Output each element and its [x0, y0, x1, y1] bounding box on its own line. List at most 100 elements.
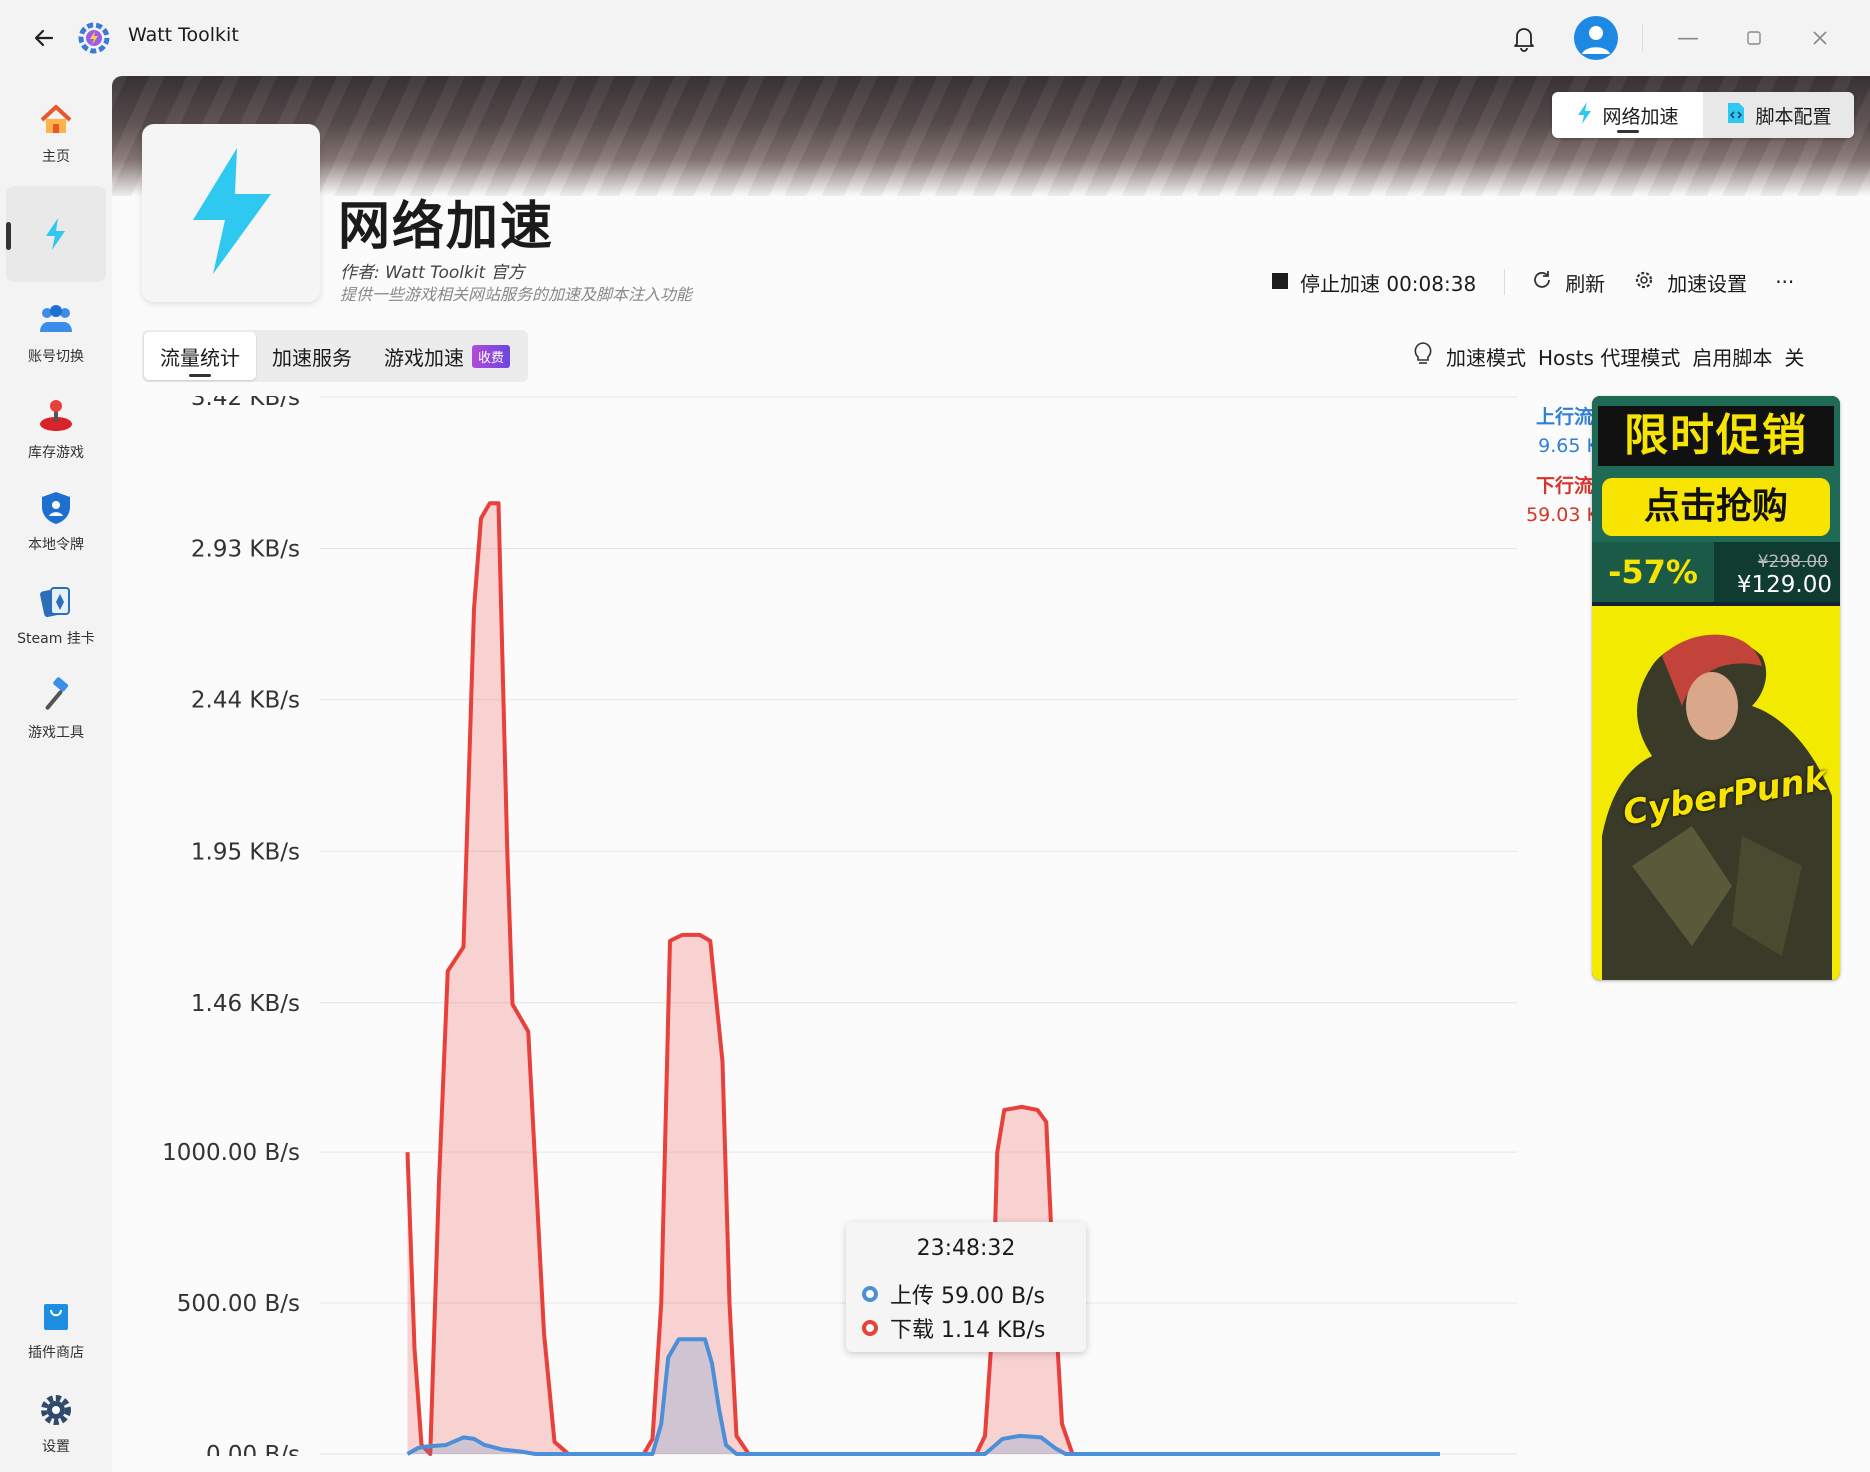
sidebar-item-label: Steam 挂卡 [17, 631, 95, 647]
plugin-author: 作者: Watt Toolkit 官方 [340, 263, 525, 283]
sidebar-item-settings[interactable]: 设置 [6, 1374, 106, 1470]
series-line-upload [406, 1337, 1440, 1456]
script-value: 关 [1784, 345, 1805, 370]
download-legend-label: 下行流量 [1535, 475, 1612, 497]
mode-value: Hosts 代理模式 [1538, 345, 1681, 370]
lightning-icon [34, 212, 78, 256]
close-icon[interactable] [1800, 18, 1840, 58]
segment-script-config[interactable]: 脚本配置 [1703, 92, 1854, 138]
sidebar-item-label: 本地令牌 [28, 537, 84, 553]
cards-icon [34, 580, 78, 624]
series-area-upload [407, 1339, 1440, 1454]
y-tick-label: 0.00 B/s [206, 1442, 300, 1456]
promo-new-price: ¥129.00 [1736, 572, 1832, 598]
refresh-icon [1531, 269, 1553, 296]
code-file-icon [1725, 101, 1747, 130]
download-dot-icon [862, 1320, 878, 1336]
home-icon [34, 98, 78, 142]
y-tick-label: 1000.00 B/s [162, 1140, 300, 1166]
tooltip-download-row: 下载 1.14 KB/s [862, 1312, 1045, 1344]
sidebar-item-steam-idle[interactable]: Steam 挂卡 [6, 566, 106, 662]
users-icon [34, 298, 78, 342]
download-total: 59.03 KB [1526, 504, 1612, 526]
sidebar-item-label: 游戏工具 [28, 725, 84, 741]
lightning-icon [1576, 101, 1594, 130]
title-bar-divider [1642, 24, 1643, 52]
title-bar: Watt Toolkit — [0, 0, 1870, 76]
refresh-button[interactable]: 刷新 [1531, 268, 1605, 297]
y-tick-label: 2.93 KB/s [191, 537, 300, 563]
sidebar: 主页 账号切换 库存游戏 本地令牌 Steam 挂卡 游戏工具 插件商店 设置 [0, 76, 112, 1472]
script-label: 启用脚本 [1692, 345, 1773, 370]
upload-legend-label: 上行流量 [1535, 406, 1612, 428]
sidebar-item-plugin-store[interactable]: 插件商店 [6, 1280, 106, 1376]
maximize-icon[interactable] [1734, 18, 1774, 58]
game-cover-image: CyberPunk [1592, 606, 1840, 980]
mode-label: 加速模式 [1446, 345, 1526, 370]
hammer-icon [34, 674, 78, 718]
accelerate-settings-button[interactable]: 加速设置 [1633, 268, 1747, 297]
active-indicator [6, 222, 11, 250]
upload-total: 9.65 KB [1538, 435, 1612, 457]
y-tick-label: 1.95 KB/s [191, 839, 300, 865]
shield-icon [34, 486, 78, 530]
tab-accelerate-services[interactable]: 加速服务 [256, 332, 368, 380]
promo-headline: 限时促销 [1598, 406, 1834, 466]
sidebar-item-game-tools[interactable]: 游戏工具 [6, 660, 106, 756]
bell-icon[interactable] [1506, 20, 1542, 56]
sidebar-item-label: 库存游戏 [28, 445, 84, 461]
gear-icon [34, 1388, 78, 1432]
view-segment-control: 网络加速 脚本配置 [1552, 92, 1854, 138]
y-tick-label: 3.42 KB/s [191, 396, 300, 411]
plugin-description: 提供一些游戏相关网站服务的加速及脚本注入功能 [340, 285, 693, 304]
tab-bar: 流量统计 加速服务 游戏加速 收费 [142, 330, 529, 382]
lightning-icon [189, 146, 273, 280]
lightbulb-icon[interactable] [1412, 341, 1434, 372]
action-divider [1504, 269, 1506, 295]
promo-old-price: ¥298.00 [1757, 552, 1828, 572]
promo-discount: -57% [1592, 542, 1714, 602]
segment-network-accelerate[interactable]: 网络加速 [1552, 92, 1703, 138]
promo-header: 限时促销 点击抢购 -57% ¥298.00 ¥129.00 [1592, 396, 1840, 602]
stop-icon [1272, 270, 1288, 294]
app-logo-icon [76, 20, 112, 56]
paid-badge: 收费 [472, 344, 511, 368]
sidebar-item-network-accelerate[interactable] [6, 186, 106, 282]
sidebar-item-label: 账号切换 [28, 349, 84, 365]
main-content: 网络加速 脚本配置 网络加速 作者: Watt Toolkit 官方 提供一些游… [112, 76, 1870, 1472]
y-tick-label: 2.44 KB/s [191, 688, 300, 714]
tab-game-accelerate[interactable]: 游戏加速 收费 [368, 332, 526, 380]
minimize-icon[interactable]: — [1668, 18, 1708, 58]
joystick-icon [34, 394, 78, 438]
page-title: 网络加速 [338, 197, 555, 257]
sidebar-item-home[interactable]: 主页 [6, 84, 106, 180]
upload-dot-icon [862, 1286, 878, 1302]
shopping-bag-icon [34, 1294, 78, 1338]
traffic-chart: 0.00 B/s 500.00 B/s 1000.00 B/s 1.46 KB/s 1.… [162, 396, 1517, 1456]
tooltip-upload-row: 上传 59.00 B/s [862, 1278, 1045, 1310]
tooltip-time: 23:48:32 [916, 1236, 1016, 1261]
sidebar-item-accounts[interactable]: 账号切换 [6, 284, 106, 380]
sidebar-item-label: 设置 [42, 1439, 70, 1455]
sidebar-item-library[interactable]: 库存游戏 [6, 380, 106, 476]
back-arrow-icon[interactable] [24, 18, 64, 58]
y-tick-label: 500.00 B/s [177, 1291, 300, 1317]
sidebar-item-label: 插件商店 [28, 1345, 84, 1361]
sidebar-item-label: 主页 [42, 149, 70, 165]
promo-prices: ¥298.00 ¥129.00 [1714, 542, 1840, 602]
promo-buy-button[interactable]: 点击抢购 [1602, 478, 1830, 536]
stop-accelerate-button[interactable]: 停止加速 00:08:38 [1272, 268, 1476, 297]
chart-tooltip: 23:48:32 上传 59.00 B/s 下载 1.14 KB/s [846, 1222, 1086, 1352]
y-tick-label: 1.46 KB/s [191, 991, 300, 1017]
tab-traffic-stats[interactable]: 流量统计 [144, 332, 256, 380]
plugin-icon-card [142, 124, 320, 302]
traffic-legend: 上行流量 9.65 KB 下行流量 59.03 KB [1472, 402, 1612, 540]
sidebar-item-local-auth[interactable]: 本地令牌 [6, 472, 106, 568]
avatar[interactable] [1574, 16, 1618, 60]
accelerate-mode-info: 加速模式 Hosts 代理模式 启用脚本 关 [1412, 338, 1804, 374]
action-bar: 停止加速 00:08:38 刷新 加速设置 ··· [1272, 262, 1822, 302]
app-title: Watt Toolkit [128, 24, 239, 46]
promo-ad-banner[interactable]: 限时促销 点击抢购 -57% ¥298.00 ¥129.00 CyberPunk [1592, 396, 1840, 980]
more-icon: ··· [1775, 270, 1795, 294]
more-options-button[interactable]: ··· [1775, 270, 1794, 294]
